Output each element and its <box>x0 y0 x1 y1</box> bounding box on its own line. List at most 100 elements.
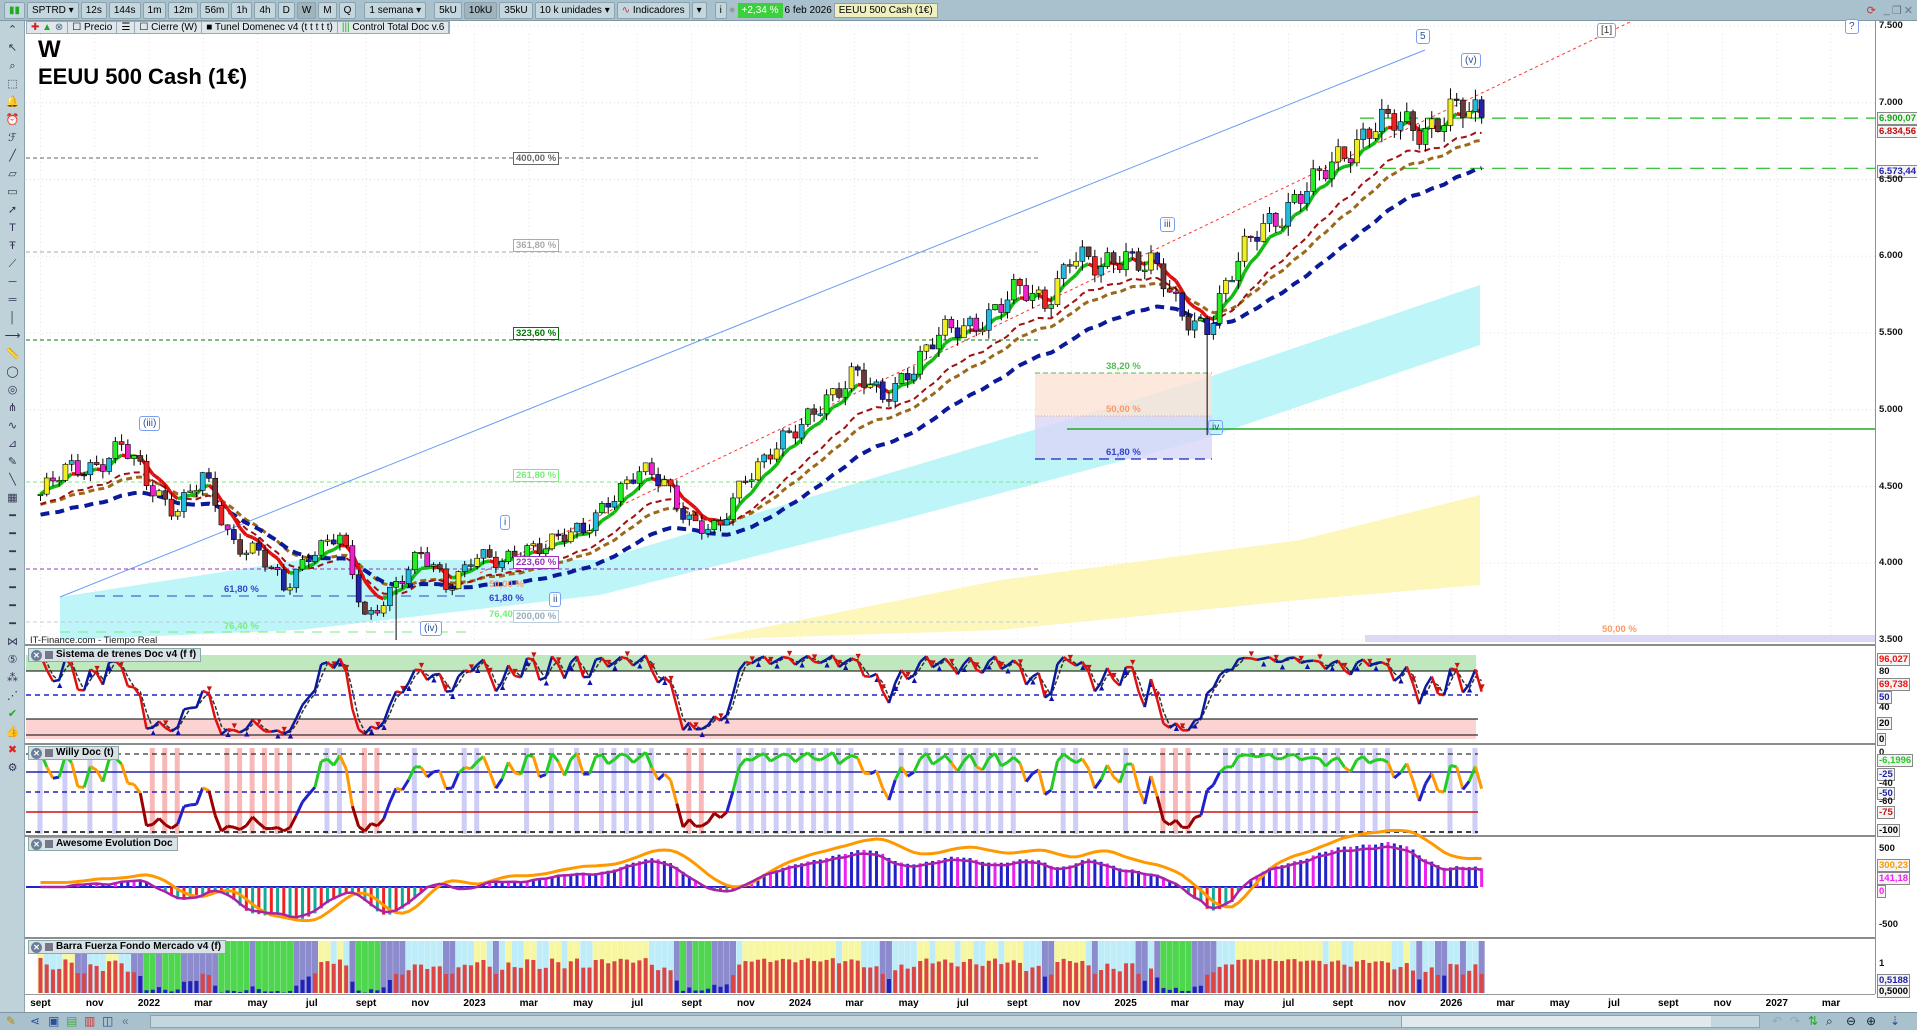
line7-icon[interactable]: ━ <box>0 561 25 579</box>
legend-control-total[interactable]: ||| Control Total Doc v.6 <box>338 22 450 33</box>
cycle-icon[interactable]: ◎ <box>0 381 25 399</box>
zoom-out-icon[interactable]: ⊖ <box>1846 1014 1856 1028</box>
ray-icon[interactable]: ⟶ <box>0 327 25 345</box>
close-circle-icon[interactable]: ⊗ <box>55 22 63 33</box>
period-button-M[interactable]: M <box>318 1 337 19</box>
line8-icon[interactable]: ━ <box>0 579 25 597</box>
time-axis[interactable]: sept nov 2022 mar may jul sept nov 2023 mar may jul… <box>25 994 1875 1012</box>
chart-type-icon[interactable]: ▮▮ <box>4 1 26 19</box>
line6-icon[interactable]: ━ <box>0 543 25 561</box>
info-icon[interactable]: i <box>714 1 727 19</box>
price-axis[interactable]: 6.900,07 6.834,56 6.573,44 96,027 80 69,… <box>1875 20 1917 998</box>
text-icon[interactable]: T <box>0 219 25 237</box>
grid-icon[interactable]: ▦ <box>0 489 25 507</box>
panel-header-sistema[interactable]: ✕ Sistema de trenes Doc v4 (f f) <box>28 648 202 662</box>
wave-label[interactable]: (iii) <box>139 416 161 431</box>
close-icon[interactable]: ✕ <box>1904 4 1913 17</box>
ruler-icon[interactable]: 📏 <box>0 345 25 363</box>
zoom-area-icon[interactable]: ⬚ <box>0 75 25 93</box>
wave-label[interactable]: iv <box>1208 420 1224 435</box>
panel-header-barra[interactable]: ✕ Barra Fuerza Fondo Mercado v4 (f) <box>28 940 227 954</box>
pen-icon[interactable]: ✎ <box>0 453 25 471</box>
symbol-select[interactable]: SPTRD ▾ <box>27 1 79 19</box>
line4-icon[interactable]: ━ <box>0 507 25 525</box>
wave-label[interactable]: i <box>500 515 511 530</box>
alert-icon[interactable]: 🔔 <box>0 93 25 111</box>
delete-icon[interactable]: ✖ <box>0 741 25 759</box>
period-button-12s[interactable]: 12s <box>80 1 107 19</box>
chat-icon[interactable]: ▣ <box>48 1014 59 1028</box>
wave-label[interactable]: ii <box>549 592 562 607</box>
pitch-icon[interactable]: ⋔ <box>0 399 25 417</box>
rectangle-icon[interactable]: ▭ <box>0 183 25 201</box>
unit-button-10kU[interactable]: 10kU <box>463 1 498 19</box>
wave-icon[interactable]: ∿ <box>0 417 25 435</box>
channel-icon[interactable]: ▱ <box>0 165 25 183</box>
settings-icon[interactable]: ⇣ <box>1890 1014 1900 1028</box>
line9-icon[interactable]: ━ <box>0 597 25 615</box>
period-button-1m[interactable]: 1m <box>142 1 167 19</box>
wave-label[interactable]: (v) <box>1461 53 1481 68</box>
close-panel-icon[interactable]: ✕ <box>31 649 42 661</box>
indicators-button[interactable]: ∿ Indicadores <box>616 1 690 19</box>
trend-icon[interactable]: ╱ <box>0 147 25 165</box>
arrow-icon[interactable]: ➚ <box>0 201 25 219</box>
autoscale-icon[interactable]: ⇅ <box>1808 1014 1818 1028</box>
check-icon[interactable]: ✔ <box>0 705 25 723</box>
wave-label[interactable]: ? <box>1845 19 1859 34</box>
ellipse-icon[interactable]: ◯ <box>0 363 25 381</box>
period-button-4h[interactable]: 4h <box>254 1 276 19</box>
unit-button-5kU[interactable]: 5kU <box>434 1 462 19</box>
legend-actions[interactable]: ✚ ▲ ⊗ <box>27 22 69 33</box>
close-panel-icon[interactable]: ✕ <box>31 747 42 759</box>
zoom-fit-icon[interactable]: ⌕ <box>1826 1014 1833 1029</box>
period-button-144s[interactable]: 144s <box>108 1 141 19</box>
legend-precio[interactable]: ☐ Precio <box>68 22 118 33</box>
wave-label[interactable]: 5 <box>1416 29 1430 44</box>
scrollbar-thumb[interactable] <box>1401 1016 1711 1027</box>
wave-label[interactable]: [1] <box>1597 23 1617 38</box>
restore-icon[interactable]: ❐ <box>1892 4 1902 17</box>
indicators-dropdown[interactable]: ▾ <box>691 1 707 19</box>
tools-icon[interactable]: ⚙ <box>0 759 25 777</box>
report-icon[interactable]: ▤ <box>66 1014 77 1028</box>
hline-icon[interactable]: ─ <box>0 273 25 291</box>
wave-label[interactable]: (iv) <box>420 621 442 636</box>
remove-icon[interactable]: ✚ <box>31 22 39 33</box>
refresh-icon[interactable]: ⟳ <box>1867 4 1876 17</box>
up-icon[interactable]: ▲ <box>42 22 52 33</box>
period-button-1h[interactable]: 1h <box>231 1 253 19</box>
line5-icon[interactable]: ━ <box>0 525 25 543</box>
horizontal-scrollbar[interactable] <box>150 1015 1760 1028</box>
elliott-icon[interactable]: ⑤ <box>0 651 25 669</box>
window-icon[interactable]: ◫ <box>102 1014 113 1028</box>
undo-icon[interactable]: ↶ <box>1772 1014 1782 1028</box>
pencil-icon[interactable]: ✎ <box>6 1014 16 1028</box>
redo-icon[interactable]: ↷ <box>1790 1014 1800 1028</box>
magnet-icon[interactable]: ⋈ <box>0 633 25 651</box>
vline-icon[interactable]: │ <box>0 309 25 327</box>
gann-icon[interactable]: ⊿ <box>0 435 25 453</box>
line-icon[interactable]: ⟋ <box>0 255 25 273</box>
close-panel-icon[interactable]: ✕ <box>31 838 42 850</box>
period-button-W[interactable]: W <box>296 1 317 19</box>
minimize-icon[interactable]: _ <box>1884 4 1890 16</box>
fib-icon[interactable]: ℱ <box>0 129 25 147</box>
collapse-icon[interactable]: ⌃ <box>0 21 25 39</box>
line3-icon[interactable]: ╲ <box>0 471 25 489</box>
unit-button-35kU[interactable]: 35kU <box>499 1 533 19</box>
zoom-in-icon[interactable]: ⊕ <box>1866 1014 1876 1028</box>
wave-label[interactable]: iii <box>1160 217 1175 232</box>
units-select[interactable]: 10 k unidades ▾ <box>534 1 615 19</box>
chart-canvas[interactable]: ▲▼▲▼▲▼▲▼▲▼▲▼▲▼▲▼▲▼▲▼▲▼▲▼▲▼▲▼▲▼▲▼▲▼▲▼▲▼▲▼… <box>0 0 1917 1030</box>
close-panel-icon[interactable]: ✕ <box>31 941 42 953</box>
legend-tunel[interactable]: ■ Tunel Domenec v4 (t t t t t) <box>202 22 338 33</box>
line10-icon[interactable]: ━ <box>0 615 25 633</box>
thumb-icon[interactable]: 👍 <box>0 723 25 741</box>
zoom-icon[interactable]: ⌕ <box>0 57 25 75</box>
pointer-icon[interactable]: ↖ <box>0 39 25 57</box>
panel-header-willy[interactable]: ✕ Willy Doc (t) <box>28 746 119 760</box>
legend-cierre[interactable]: ☐ Cierre (W) <box>135 22 203 33</box>
period-button-D[interactable]: D <box>277 1 295 19</box>
range-select[interactable]: 1 semana ▾ <box>364 1 427 19</box>
